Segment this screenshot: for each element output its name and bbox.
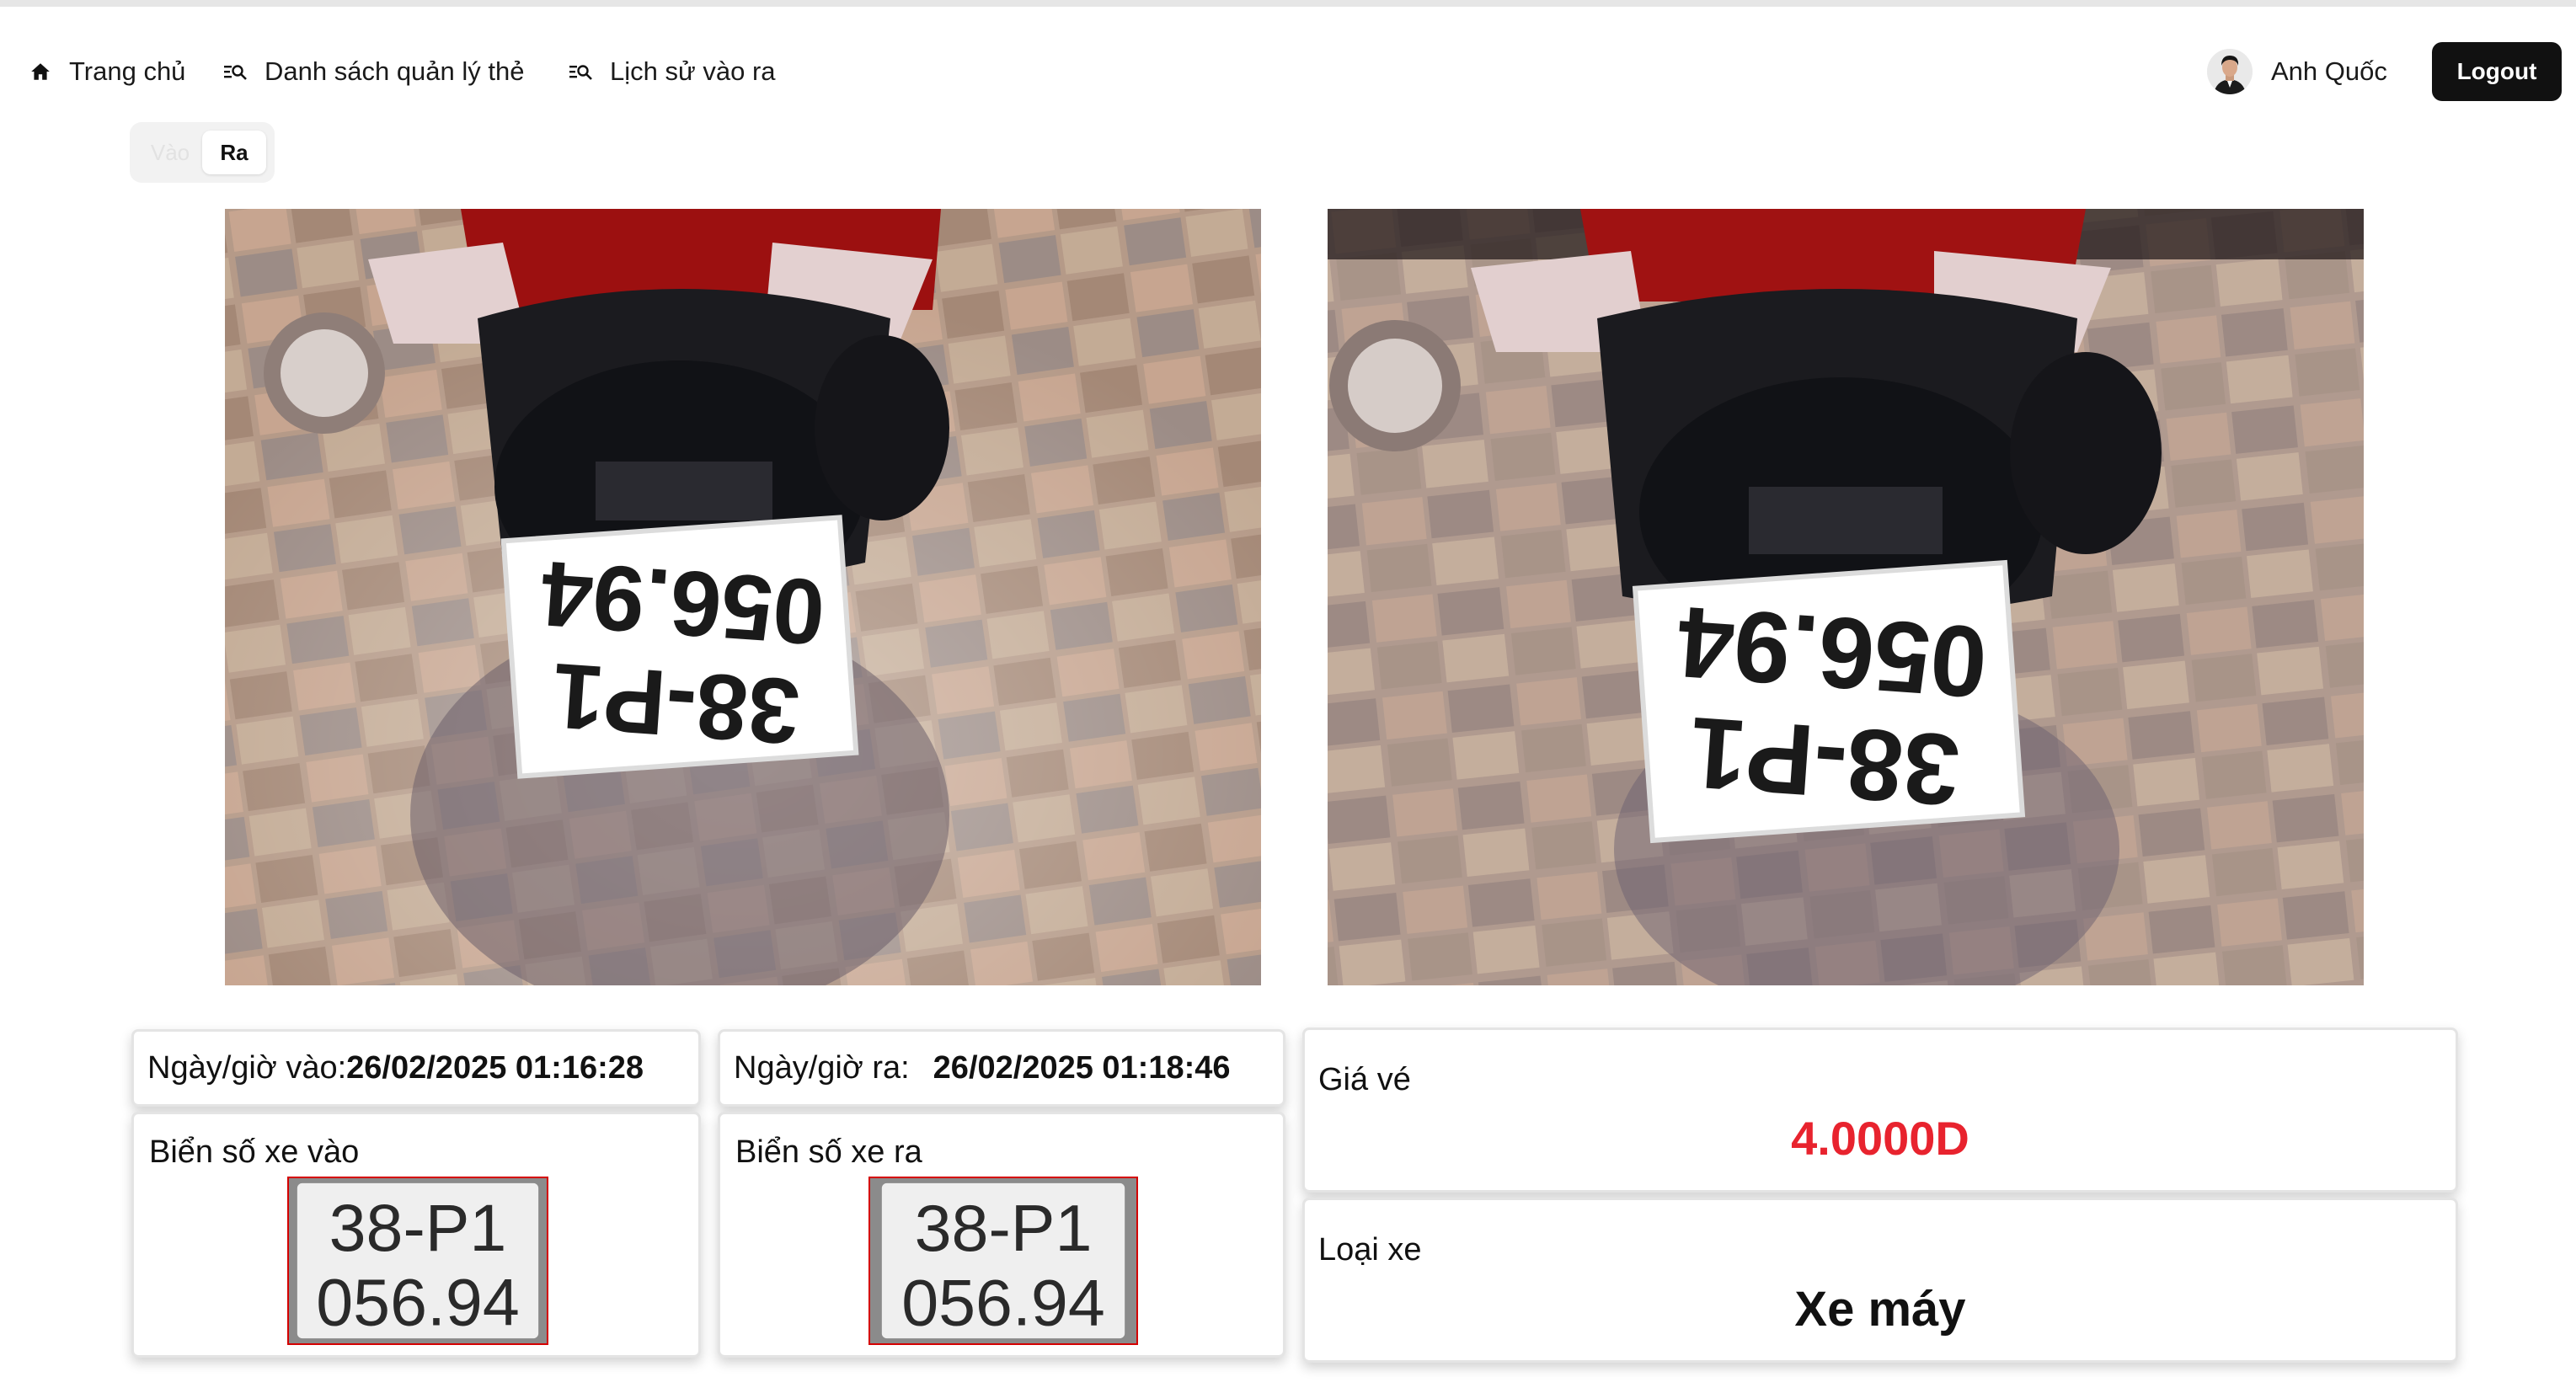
entry-plate-card: Biển số xe vào 38-P1 056.94 [131, 1112, 701, 1358]
exit-plate-image: 38-P1 056.94 [868, 1177, 1138, 1345]
toggle-option-in[interactable]: Vào [138, 131, 202, 174]
svg-text:056.94: 056.94 [1674, 584, 1991, 718]
home-icon [25, 56, 56, 87]
exit-plate-card: Biển số xe ra 38-P1 056.94 [718, 1112, 1285, 1358]
entry-datetime-value: 26/02/2025 01:16:28 [346, 1049, 644, 1086]
vehicle-type-label: Loại xe [1318, 1232, 1422, 1268]
logout-button[interactable]: Logout [2432, 42, 2562, 101]
vehicle-type-card: Loại xe Xe máy [1302, 1198, 2458, 1363]
entry-plate-line1: 38-P1 [329, 1191, 507, 1265]
nav-home-label: Trang chủ [69, 56, 186, 86]
exit-plate-line2: 056.94 [901, 1266, 1105, 1340]
nav-card-list-link[interactable]: Danh sách quản lý thẻ [221, 46, 525, 97]
direction-toggle: Vào Ra [130, 122, 275, 183]
top-navbar: Trang chủ Danh sách quản lý thẻ Lịch sử … [0, 7, 2576, 125]
entry-datetime-card: Ngày/giờ vào: 26/02/2025 01:16:28 [131, 1029, 701, 1107]
nav-card-list-label: Danh sách quản lý thẻ [265, 56, 525, 86]
exit-datetime-value: 26/02/2025 01:18:46 [933, 1049, 1231, 1086]
list-search-icon [566, 56, 596, 87]
toggle-option-out[interactable]: Ra [202, 131, 266, 174]
list-search-icon [221, 56, 251, 87]
exit-plate-line1: 38-P1 [915, 1192, 1093, 1266]
vehicle-type-value: Xe máy [1794, 1282, 1966, 1337]
svg-text:056.94: 056.94 [538, 542, 828, 664]
fee-label: Giá vé [1318, 1062, 1411, 1097]
entry-plate-label: Biển số xe vào [149, 1134, 360, 1170]
top-border [0, 0, 2576, 7]
avatar [2207, 49, 2253, 94]
nav-history-label: Lịch sử vào ra [610, 56, 776, 86]
entry-datetime-label: Ngày/giờ vào: [147, 1049, 347, 1086]
fee-card: Giá vé 4.0000D [1302, 1027, 2458, 1193]
fee-value: 4.0000D [1791, 1112, 1969, 1165]
svg-text:38-P1: 38-P1 [549, 643, 803, 764]
exit-plate-label: Biển số xe ra [735, 1134, 922, 1170]
exit-camera-image: 38-P1 056.94 [1328, 209, 2364, 985]
entry-plate-line2: 056.94 [316, 1266, 520, 1340]
nav-history-link[interactable]: Lịch sử vào ra [566, 46, 776, 97]
user-name: Anh Quốc [2271, 56, 2387, 86]
exit-datetime-label: Ngày/giờ ra: [734, 1049, 910, 1086]
entry-plate-image: 38-P1 056.94 [287, 1177, 548, 1345]
nav-home-link[interactable]: Trang chủ [25, 46, 185, 97]
exit-datetime-card: Ngày/giờ ra: 26/02/2025 01:18:46 [718, 1029, 1285, 1107]
entry-camera-image: 38-P1 056.94 [225, 209, 1261, 985]
user-menu[interactable]: Anh Quốc [2207, 46, 2387, 97]
